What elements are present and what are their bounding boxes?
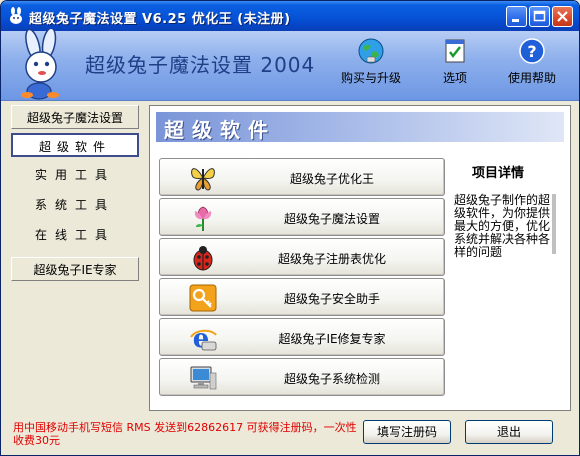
ie-icon: e <box>190 324 217 353</box>
purchase-upgrade-label: 购买与升级 <box>341 71 402 85</box>
product-label: 超级兔子魔法设置 <box>283 212 380 226</box>
content-panel: 超级软件 超级兔子优化王 超级兔子魔法设置 超级兔子注册表优化 超级兔子安全助手… <box>149 105 571 411</box>
checklist-icon <box>445 39 465 63</box>
main-window: 超级兔子魔法设置 V6.25 优化王 (未注册) 超级兔子魔法设置 2004 购… <box>0 0 580 456</box>
product-button-magic-settings[interactable]: 超级兔子魔法设置 <box>159 198 445 236</box>
product-label: 超级兔子IE修复专家 <box>278 332 386 346</box>
minimize-button[interactable] <box>506 6 527 27</box>
nav-item-system-tools[interactable]: 系统工具 <box>11 193 139 217</box>
product-button-security-assistant[interactable]: 超级兔子安全助手 <box>159 278 445 316</box>
maximize-icon <box>533 10 546 22</box>
panel-heading: 超级软件 <box>164 118 276 142</box>
nav-item-online-tools[interactable]: 在线工具 <box>11 223 139 247</box>
promo-text: 用中国移动手机写短信 RMS 发送到62862617 可获得注册码，一次性收费3… <box>13 421 357 447</box>
help-icon: ? <box>519 38 545 64</box>
options-label: 选项 <box>442 71 467 85</box>
svg-text:?: ? <box>527 42 536 61</box>
title-bar[interactable]: 超级兔子魔法设置 V6.25 优化王 (未注册) <box>1 1 579 31</box>
details-text: 超级兔子制作的超级软件，为你提供最大的方便，优化系统并解决各种各样的问题 <box>454 193 551 259</box>
globe-icon <box>358 38 384 64</box>
rabbit-app-icon <box>10 7 22 24</box>
monitor-icon <box>190 366 217 390</box>
options-button[interactable]: 选项 <box>441 37 469 86</box>
brand-title: 超级兔子魔法设置 2004 <box>85 53 316 77</box>
help-button[interactable]: ? 使用帮助 <box>508 37 556 86</box>
details-title: 项目详情 <box>472 166 525 181</box>
nav-item-super-software[interactable]: 超级软件 <box>11 133 139 157</box>
product-button-optimizer[interactable]: 超级兔子优化王 <box>159 158 445 196</box>
details-scrollbar[interactable] <box>552 194 556 254</box>
minimize-icon <box>512 19 519 22</box>
nav-item-magic-settings[interactable]: 超级兔子魔法设置 <box>11 105 139 129</box>
product-button-ie-repair[interactable]: e 超级兔子IE修复专家 <box>159 318 445 356</box>
close-button[interactable] <box>552 6 573 27</box>
header-banner: 超级兔子魔法设置 2004 购买与升级 选项 ? 使用帮助 <box>1 29 579 101</box>
product-label: 超级兔子优化王 <box>289 172 374 186</box>
product-label: 超级兔子系统检测 <box>283 372 380 386</box>
butterfly-icon <box>191 168 215 191</box>
product-button-registry-optimizer[interactable]: 超级兔子注册表优化 <box>159 238 445 276</box>
nav-item-ie-expert[interactable]: 超级兔子IE专家 <box>11 257 139 281</box>
ladybug-icon <box>193 246 213 271</box>
close-icon <box>557 11 568 22</box>
flower-icon <box>194 206 212 231</box>
rabbit-logo-icon <box>21 29 59 100</box>
panel-heading-bar: 超级软件 <box>156 112 564 142</box>
exit-button[interactable]: 退出 <box>465 420 553 444</box>
product-button-system-check[interactable]: 超级兔子系统检测 <box>159 358 445 396</box>
window-title: 超级兔子魔法设置 V6.25 优化王 (未注册) <box>29 12 291 27</box>
help-label: 使用帮助 <box>508 71 557 85</box>
purchase-upgrade-button[interactable]: 购买与升级 <box>341 37 401 86</box>
product-label: 超级兔子注册表优化 <box>277 252 386 266</box>
key-icon <box>189 284 217 312</box>
nav-item-utilities[interactable]: 实用工具 <box>11 163 139 187</box>
product-label: 超级兔子安全助手 <box>283 292 380 306</box>
register-button[interactable]: 填写注册码 <box>363 420 451 444</box>
maximize-button[interactable] <box>529 6 550 27</box>
